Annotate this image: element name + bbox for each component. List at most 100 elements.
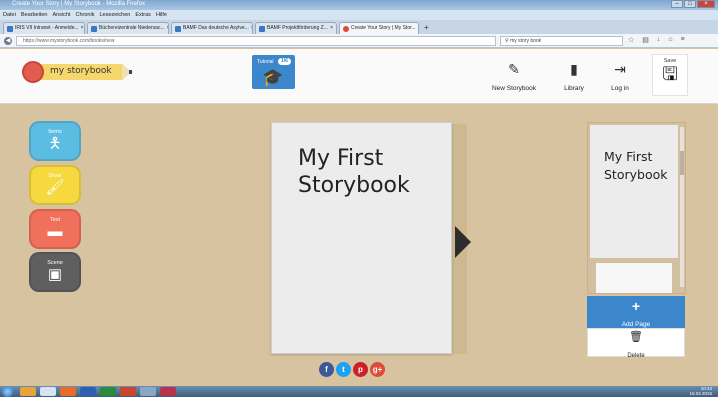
tab-bamf-projekt[interactable]: BAMF Projektförderung Z... × bbox=[255, 22, 337, 34]
library-button[interactable]: ▮ Library bbox=[560, 61, 588, 95]
tab-label: Create Your Story | My Stor... bbox=[351, 25, 416, 31]
save-button[interactable]: Save 🖫 bbox=[652, 54, 688, 96]
os-taskbar: 10:43 15.04.2015 bbox=[0, 386, 718, 397]
thumbnails-scrollbar[interactable] bbox=[680, 127, 684, 287]
taskbar-excel-icon[interactable] bbox=[100, 387, 116, 396]
minimize-icon[interactable]: – bbox=[671, 0, 683, 8]
tab-iris[interactable]: IRIS VII Intranet - Anmelde... × bbox=[3, 22, 85, 34]
tab-close-icon[interactable]: × bbox=[81, 23, 84, 34]
draw-tool-button[interactable]: Draw 🖌 bbox=[29, 165, 81, 205]
facebook-icon[interactable]: f bbox=[319, 362, 334, 377]
menu-history[interactable]: Chronik bbox=[76, 10, 95, 20]
url-bar[interactable]: https://www.mystorybook.com/books/new bbox=[16, 36, 496, 46]
text-tool-button[interactable]: Text ▬ bbox=[29, 209, 81, 249]
new-storybook-label: New Storybook bbox=[491, 85, 537, 92]
add-page-button[interactable]: + Add Page bbox=[587, 296, 685, 328]
page-thumbnail-2[interactable] bbox=[596, 263, 672, 293]
search-value: my story book bbox=[510, 38, 542, 44]
menu-bar: Datei Bearbeiten Ansicht Chronik Lesezei… bbox=[0, 10, 718, 20]
person-icon: 🯅 bbox=[48, 135, 62, 152]
navigation-bar: ◀ https://www.mystorybook.com/books/new … bbox=[0, 34, 718, 48]
taskbar-access-icon[interactable] bbox=[160, 387, 176, 396]
scrollbar-thumb[interactable] bbox=[680, 151, 684, 175]
favicon-icon bbox=[7, 25, 13, 32]
google-plus-icon[interactable]: g+ bbox=[370, 362, 385, 377]
menu-file[interactable]: Datei bbox=[3, 10, 16, 20]
items-tool-button[interactable]: Items 🯅 bbox=[29, 121, 81, 161]
graduation-cap-icon: 🎓 bbox=[262, 68, 284, 87]
book-icon: ▮ bbox=[570, 61, 578, 77]
thumbnail-title: My First Storybook bbox=[604, 149, 668, 182]
speech-bubble-icon: ▬ bbox=[47, 223, 63, 240]
brush-icon: 🖌 bbox=[45, 179, 65, 196]
tab-close-icon[interactable]: × bbox=[167, 23, 168, 34]
tab-label: IRIS VII Intranet - Anmelde... bbox=[15, 25, 79, 31]
tab-label: BAMF Das deutsche Asylve... bbox=[183, 25, 249, 31]
next-page-arrow-icon[interactable] bbox=[455, 226, 471, 258]
maximize-icon[interactable]: □ bbox=[684, 0, 696, 8]
menu-edit[interactable]: Bearbeiten bbox=[21, 10, 48, 20]
tab-close-icon[interactable]: × bbox=[330, 23, 333, 34]
taskbar-explorer-icon[interactable] bbox=[20, 387, 36, 396]
logo-eraser bbox=[22, 61, 44, 83]
taskbar-firefox-icon[interactable] bbox=[60, 387, 76, 396]
back-icon[interactable]: ◀ bbox=[4, 37, 12, 45]
twitter-icon[interactable]: t bbox=[336, 362, 351, 377]
sign-in-icon: ⇥ bbox=[614, 61, 626, 77]
new-storybook-button[interactable]: ✎ New Storybook bbox=[490, 61, 538, 95]
login-button[interactable]: ⇥ Log in bbox=[606, 61, 634, 95]
taskbar-word-icon[interactable] bbox=[80, 387, 96, 396]
taskbar-library-icon[interactable] bbox=[40, 387, 56, 396]
menu-tools[interactable]: Extras bbox=[135, 10, 151, 20]
tab-bamf-asyl[interactable]: BAMF Das deutsche Asylve...× bbox=[171, 22, 253, 34]
tutorial-button[interactable]: Tutorial 1/6 🎓 bbox=[252, 55, 295, 89]
add-page-label: Add Page bbox=[621, 321, 651, 328]
favicon-icon bbox=[91, 25, 97, 32]
tab-create-story[interactable]: Create Your Story | My Stor...× bbox=[339, 22, 419, 34]
system-tray: 10:43 15.04.2015 bbox=[689, 386, 712, 396]
home-icon[interactable]: ⌂ bbox=[668, 36, 672, 44]
close-icon[interactable]: × bbox=[697, 0, 715, 8]
menu-view[interactable]: Ansicht bbox=[52, 10, 70, 20]
window-title: Create Your Story | My Storybook - Mozil… bbox=[12, 1, 145, 7]
tab-close-icon[interactable]: × bbox=[251, 23, 252, 34]
book-title[interactable]: My First Storybook bbox=[298, 145, 448, 199]
menu-icon[interactable]: ≡ bbox=[681, 36, 685, 44]
search-input[interactable]: ⚲ my story book bbox=[500, 36, 623, 46]
toolbar-icons: ☆ ▤ ↓ ⌂ ≡ bbox=[628, 36, 685, 44]
app-header: my storybook Tutorial 1/6 🎓 ✎ New Storyb… bbox=[0, 49, 718, 104]
tab-close-icon[interactable]: × bbox=[418, 23, 419, 34]
tab-buechereizentrale[interactable]: Büchereizentrale Niedersac...× bbox=[87, 22, 169, 34]
pencil-icon: ✎ bbox=[508, 61, 520, 77]
tutorial-label: Tutorial bbox=[257, 59, 274, 65]
library-label: Library bbox=[564, 85, 584, 92]
bookmarks-icon[interactable]: ▤ bbox=[642, 36, 649, 44]
download-icon[interactable]: ↓ bbox=[657, 36, 661, 44]
tray-date: 15.04.2015 bbox=[689, 390, 712, 396]
logo-pencil-lead bbox=[129, 70, 132, 74]
trash-icon: 🗑 bbox=[629, 331, 643, 343]
start-button-icon[interactable] bbox=[2, 386, 13, 397]
book-canvas[interactable]: My First Storybook bbox=[271, 122, 452, 354]
delete-page-button[interactable]: 🗑 Delete bbox=[587, 328, 685, 359]
page-thumbnail-cover[interactable]: My First Storybook bbox=[590, 125, 678, 258]
window-controls: – □ × bbox=[671, 0, 715, 8]
taskbar-powerpoint-icon[interactable] bbox=[120, 387, 136, 396]
favicon-icon bbox=[259, 25, 265, 32]
delete-label: Delete bbox=[627, 353, 645, 359]
logo-text: my storybook bbox=[50, 66, 112, 76]
floppy-disk-icon: 🖫 bbox=[662, 64, 678, 84]
plus-icon: + bbox=[631, 298, 641, 314]
page-thumbnails-panel: My First Storybook bbox=[587, 122, 686, 294]
scene-tool-button[interactable]: Scene ▣ bbox=[29, 252, 81, 292]
new-tab-icon[interactable]: + bbox=[421, 22, 429, 34]
login-label: Log in bbox=[611, 85, 629, 92]
pinterest-icon[interactable]: p bbox=[353, 362, 368, 377]
tutorial-count-badge: 1/6 bbox=[278, 58, 291, 65]
menu-help[interactable]: Hilfe bbox=[156, 10, 167, 20]
menu-bookmarks[interactable]: Lesezeichen bbox=[99, 10, 130, 20]
star-icon[interactable]: ☆ bbox=[628, 36, 634, 44]
taskbar-app-icon[interactable] bbox=[140, 387, 156, 396]
favicon-icon bbox=[343, 25, 349, 32]
logo[interactable]: my storybook bbox=[22, 61, 132, 83]
